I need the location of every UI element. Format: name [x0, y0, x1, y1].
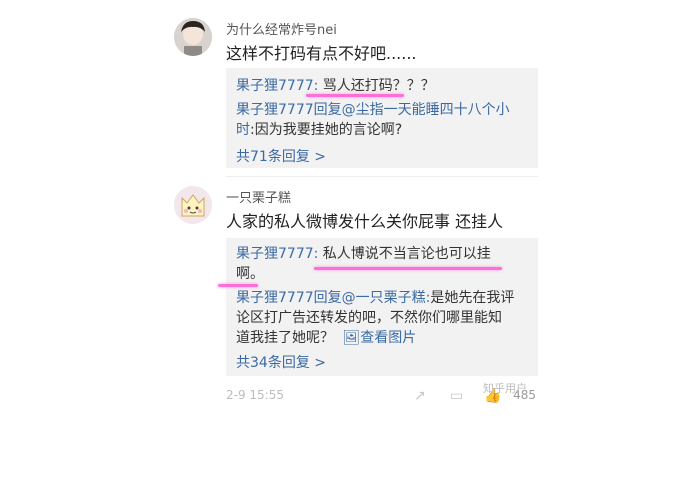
reply-line: 时:因为我要挂她的言论啊? — [236, 120, 402, 140]
reply-line: 道我挂了她呢？ 🖼查看图片 — [236, 328, 416, 348]
reply-line: 论区打广告还转发的吧，不然你们哪里能知 — [236, 308, 502, 328]
highlight-mark — [314, 267, 502, 270]
comment-icon[interactable]: ▭ — [450, 388, 463, 404]
reply-body: :因为我要挂她的言论啊? — [250, 122, 403, 138]
timestamp: 2-9 15:55 — [226, 388, 284, 402]
reply-box[interactable]: 果子狸7777: 骂人还打码？？？ 果子狸7777回复@尘指一天能睡四十八个小 … — [226, 68, 538, 168]
highlight-mark — [218, 284, 258, 287]
divider — [226, 176, 538, 177]
reply-body: 骂人还打码？？？ — [318, 78, 435, 94]
highlight-mark — [306, 94, 404, 97]
image-icon[interactable]: 🖼 — [342, 330, 360, 346]
reply-body: 私人博说不当言论也可以挂 — [318, 246, 491, 262]
share-icon[interactable]: ↗ — [414, 388, 426, 404]
comment-username[interactable]: 一只栗子糕 — [226, 187, 291, 206]
reply-author[interactable]: 果子狸7777: — [236, 246, 318, 262]
reply-author[interactable]: 果子狸7777回复@一只栗子糕: — [236, 290, 430, 306]
reply-box[interactable]: 果子狸7777: 私人博说不当言论也可以挂 啊。 果子狸7777回复@一只栗子糕… — [226, 238, 538, 376]
reply-author[interactable]: 时 — [236, 122, 250, 138]
reply-body: 论区打广告还转发的吧，不然你们哪里能知 — [236, 310, 502, 326]
reply-body: 啊。 — [236, 266, 264, 282]
reply-author[interactable]: 果子狸7777回复@尘指一天能睡四十八个小 — [236, 102, 510, 118]
reply-line: 果子狸7777回复@一只栗子糕:是她先在我评 — [236, 288, 514, 308]
avatar[interactable] — [174, 186, 212, 224]
reply-body: 是她先在我评 — [430, 290, 515, 306]
more-replies-link[interactable]: 共71条回复 > — [236, 146, 326, 166]
more-replies-link[interactable]: 共34条回复 > — [236, 352, 326, 372]
view-image-link[interactable]: 查看图片 — [360, 330, 416, 346]
comment-username[interactable]: 为什么经常炸号nei — [226, 19, 337, 38]
comment-text: 这样不打码有点不好吧...... — [226, 44, 417, 63]
reply-author[interactable]: 果子狸7777: — [236, 78, 318, 94]
avatar[interactable] — [174, 18, 212, 56]
comment-text: 人家的私人微博发什么关你屁事 还挂人 — [226, 212, 504, 231]
reply-line: 果子狸7777: 骂人还打码？？？ — [236, 76, 435, 96]
reply-line: 果子狸7777: 私人博说不当言论也可以挂 — [236, 244, 491, 264]
reply-line: 果子狸7777回复@尘指一天能睡四十八个小 — [236, 100, 510, 120]
reply-line: 啊。 — [236, 264, 264, 284]
reply-body: 道我挂了她呢？ — [236, 330, 334, 346]
watermark: 知乎用户 — [483, 382, 527, 395]
